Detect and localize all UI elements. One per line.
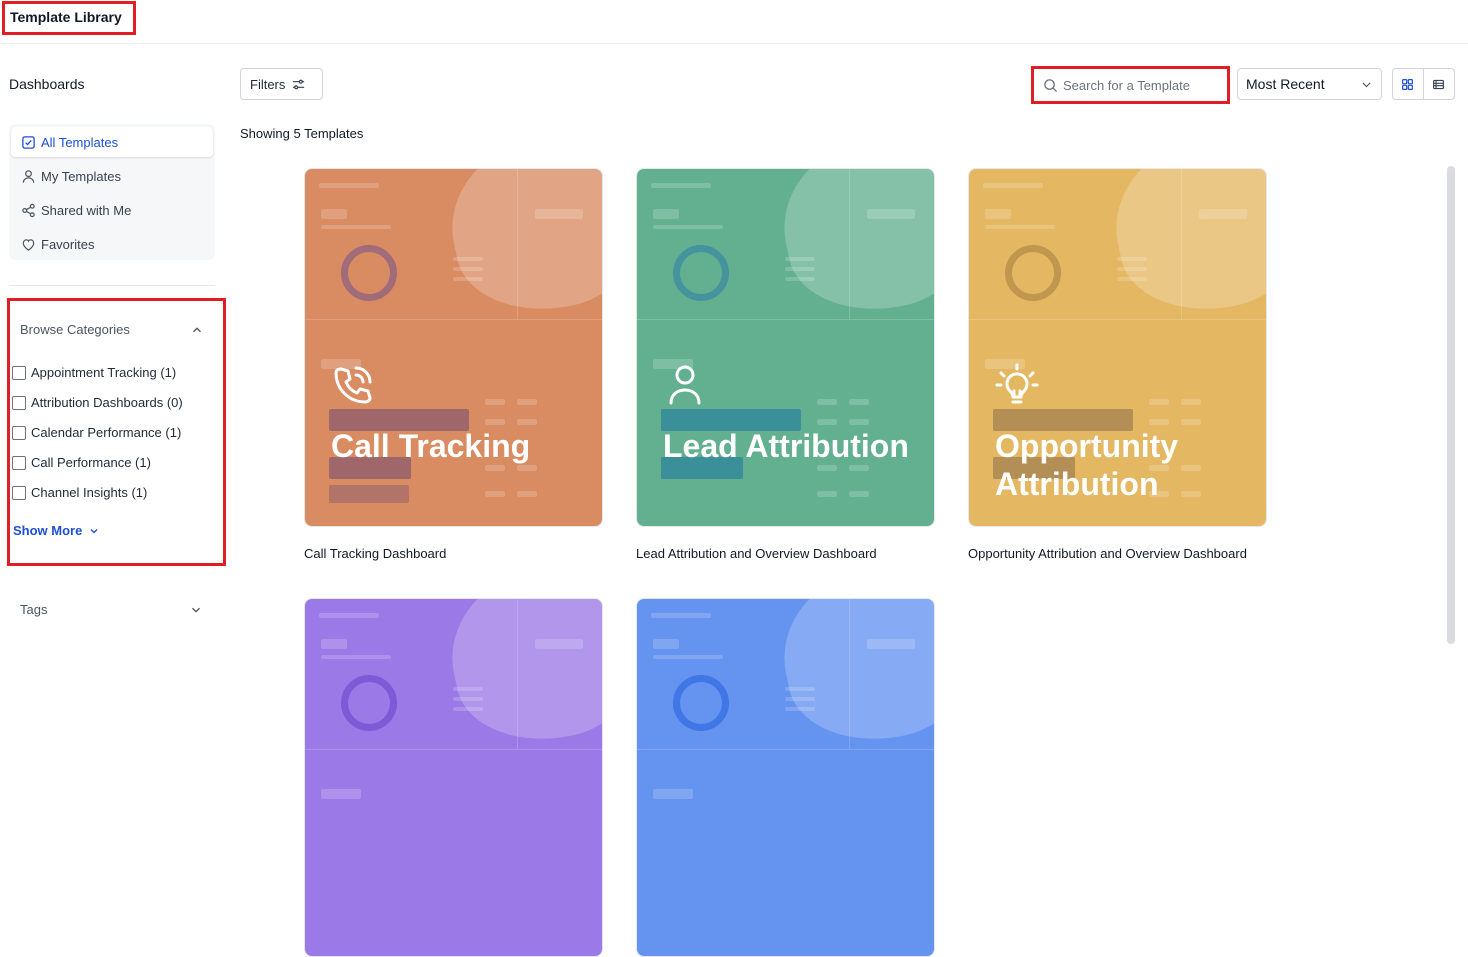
card-caption[interactable]: Lead Attribution and Overview Dashboard (636, 546, 936, 561)
card-title: Lead Attribution (663, 428, 909, 464)
list-view-button[interactable] (1424, 69, 1454, 99)
category-checkbox[interactable] (12, 425, 26, 440)
nav-favorites[interactable]: Favorites (11, 229, 213, 259)
sort-select[interactable]: Most Recent (1237, 68, 1382, 100)
card-preview (637, 169, 934, 526)
card-preview (305, 169, 602, 526)
grid-view-button[interactable] (1393, 69, 1424, 99)
template-card-call-tracking[interactable]: Call Tracking (304, 168, 603, 527)
phone-ringing-icon (334, 366, 372, 404)
heart-icon (22, 238, 35, 251)
nav-label: All Templates (41, 134, 119, 150)
chevron-down-icon (1362, 81, 1371, 87)
category-checkbox[interactable] (12, 455, 26, 470)
category-label: Appointment Tracking (1) (31, 365, 177, 380)
browse-categories-section: Browse Categories Appointment Tracking (… (7, 298, 226, 566)
category-appointment-tracking[interactable]: Appointment Tracking (1) (12, 365, 176, 380)
category-checkbox[interactable] (12, 365, 26, 380)
view-toggle (1392, 68, 1455, 100)
top-bar: Template Library (0, 0, 1468, 44)
search-container (1031, 66, 1230, 104)
lightbulb-icon (995, 363, 1039, 404)
template-card-4[interactable] (304, 598, 603, 957)
template-card-opportunity-attribution[interactable]: Opportunity Attribution (968, 168, 1267, 527)
results-count: Showing 5 Templates (240, 126, 364, 141)
tags-heading: Tags (20, 602, 48, 617)
sort-value: Most Recent (1246, 76, 1325, 92)
page-title: Template Library (2, 1, 136, 35)
scrollbar-thumb[interactable] (1447, 166, 1455, 644)
show-more-label: Show More (13, 523, 83, 538)
category-checkbox[interactable] (12, 485, 26, 500)
card-preview (637, 599, 934, 956)
nav-my-templates[interactable]: My Templates (11, 161, 213, 191)
card-caption[interactable]: Opportunity Attribution and Overview Das… (968, 546, 1268, 561)
card-title: Call Tracking (331, 428, 531, 464)
category-checkbox[interactable] (12, 395, 26, 410)
chevron-up-icon[interactable] (190, 323, 204, 337)
category-attribution-dashboards[interactable]: Attribution Dashboards (0) (12, 395, 183, 410)
check-square-icon (22, 135, 35, 149)
category-label: Channel Insights (1) (31, 485, 148, 500)
card-title: Opportunity Attribution (995, 428, 1179, 502)
search-icon (1044, 78, 1058, 92)
nav-label: Shared with Me (41, 202, 132, 218)
chevron-down-icon[interactable] (189, 603, 203, 617)
filters-label: Filters (250, 76, 286, 92)
sidebar-heading: Dashboards (9, 76, 85, 92)
nav-label: My Templates (41, 168, 121, 184)
sidebar-divider (9, 285, 215, 286)
grid-icon (1402, 78, 1414, 90)
category-label: Call Performance (1) (31, 455, 151, 470)
category-call-performance[interactable]: Call Performance (1) (12, 455, 151, 470)
category-label: Attribution Dashboards (0) (31, 395, 183, 410)
share-icon (22, 203, 35, 217)
category-channel-insights[interactable]: Channel Insights (1) (12, 485, 147, 500)
category-calendar-performance[interactable]: Calendar Performance (1) (12, 425, 181, 440)
list-icon (1433, 79, 1445, 89)
user-icon (22, 169, 35, 183)
sliders-icon (293, 79, 305, 89)
nav-shared-with-me[interactable]: Shared with Me (11, 195, 213, 225)
card-preview (305, 599, 602, 956)
card-caption[interactable]: Call Tracking Dashboard (304, 546, 604, 561)
template-nav: All Templates My Templates Shared with M… (9, 124, 215, 260)
nav-label: Favorites (41, 236, 95, 252)
filters-button[interactable]: Filters (240, 68, 323, 100)
template-card-lead-attribution[interactable]: Lead Attribution (636, 168, 935, 527)
category-label: Calendar Performance (1) (31, 425, 182, 440)
template-card-5[interactable] (636, 598, 935, 957)
show-more-button[interactable]: Show More (13, 523, 100, 538)
chevron-down-icon (90, 528, 98, 533)
user-icon (669, 365, 701, 405)
browse-categories-heading: Browse Categories (20, 322, 130, 337)
nav-all-templates[interactable]: All Templates (11, 127, 213, 157)
search-input[interactable] (1063, 77, 1203, 93)
